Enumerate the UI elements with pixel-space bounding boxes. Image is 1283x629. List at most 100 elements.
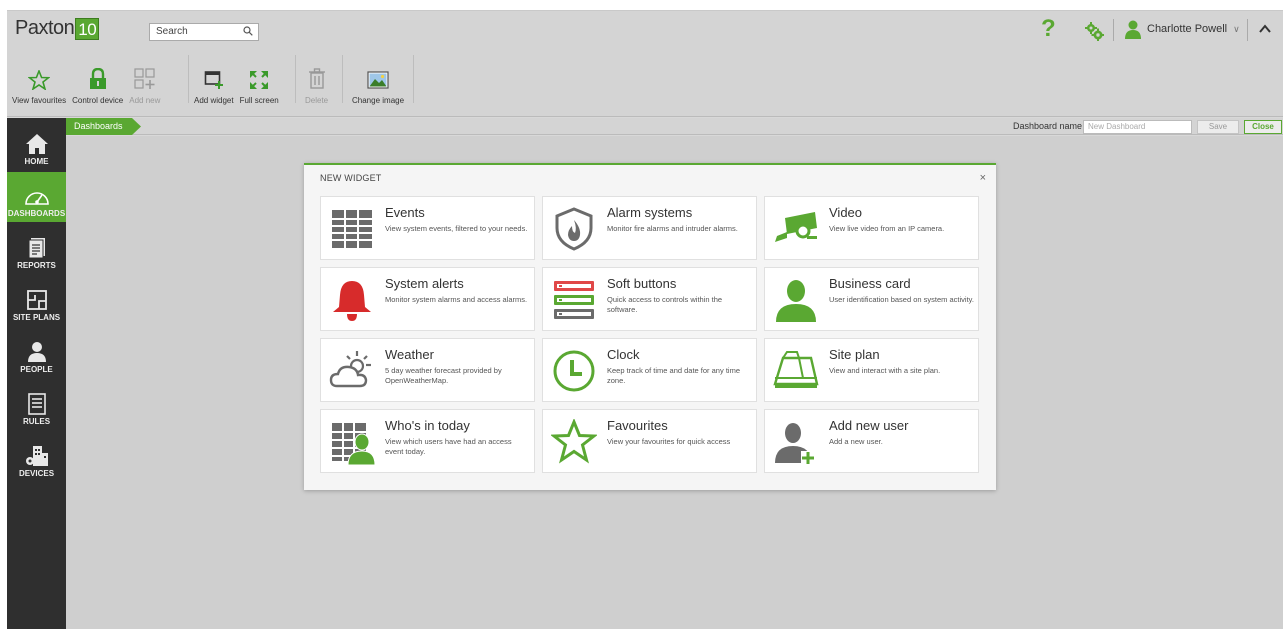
add-user-icon bbox=[775, 423, 815, 465]
widget-card-whos-in-today[interactable]: Who's in today View which users have had… bbox=[320, 409, 535, 473]
close-button[interactable]: Close bbox=[1244, 120, 1282, 134]
sidebar-item-label: DASHBOARDS bbox=[7, 209, 66, 218]
sidebar-item-label: DEVICES bbox=[18, 469, 55, 478]
trash-icon bbox=[308, 68, 325, 89]
sidebar-item-devices[interactable]: DEVICES bbox=[7, 432, 66, 482]
search-input[interactable]: Search bbox=[149, 23, 259, 41]
paxton-logo: Paxton 10 bbox=[15, 17, 100, 40]
widget-title: Site plan bbox=[829, 347, 880, 362]
camera-icon bbox=[775, 212, 817, 242]
user-menu[interactable]: Charlotte Powell ∨ bbox=[1123, 19, 1240, 39]
weather-icon bbox=[329, 351, 371, 388]
sidebar-item-label: PEOPLE bbox=[20, 365, 53, 374]
full-screen-icon bbox=[250, 71, 269, 89]
site-plan-icon bbox=[773, 351, 819, 388]
widget-description: View which users have had an access even… bbox=[385, 437, 512, 456]
dialog-title: NEW WIDGET bbox=[320, 173, 382, 183]
sidebar-item-people[interactable]: PEOPLE bbox=[7, 328, 66, 378]
widget-description: View system events, filtered to your nee… bbox=[385, 224, 528, 233]
widget-description: View your favourites for quick access bbox=[607, 437, 731, 446]
header-divider bbox=[1247, 19, 1248, 41]
control-device-button[interactable]: Control device bbox=[69, 53, 126, 105]
bell-icon bbox=[333, 281, 371, 321]
widget-card-add-new-user[interactable]: Add new user Add a new user. bbox=[764, 409, 979, 473]
user-avatar-icon bbox=[1125, 20, 1141, 39]
widget-card-events[interactable]: Events View system events, filtered to y… bbox=[320, 196, 535, 260]
widget-title: Who's in today bbox=[385, 418, 470, 433]
close-icon[interactable]: × bbox=[980, 172, 986, 184]
whos-in-icon bbox=[332, 423, 375, 465]
full-screen-button[interactable]: Full screen bbox=[237, 53, 282, 105]
widget-title: Alarm systems bbox=[607, 205, 693, 220]
help-icon[interactable]: ? bbox=[1041, 15, 1056, 43]
toolbar-group-image: Change image bbox=[349, 53, 407, 105]
settings-cogs-icon[interactable] bbox=[1084, 21, 1104, 41]
widget-title: Clock bbox=[607, 347, 640, 362]
report-icon bbox=[28, 238, 45, 259]
widget-title: Add new user bbox=[829, 418, 909, 433]
chevron-up-icon[interactable] bbox=[1257, 21, 1273, 37]
breadcrumb-dashboards[interactable]: Dashboards bbox=[66, 118, 141, 135]
view-favourites-label: View favourites bbox=[12, 96, 67, 105]
widget-card-alarm-systems[interactable]: Alarm systems Monitor fire alarms and in… bbox=[542, 196, 757, 260]
toolbar-group-widgets: Add widget Full screen bbox=[191, 53, 282, 105]
clock-icon bbox=[553, 350, 595, 392]
delete-button[interactable]: Delete bbox=[302, 53, 331, 105]
widget-card-clock[interactable]: Clock Keep track of time and date for an… bbox=[542, 338, 757, 402]
sidebar-item-reports[interactable]: REPORTS bbox=[7, 224, 66, 274]
widget-description: Add a new user. bbox=[829, 437, 883, 446]
add-new-icon bbox=[134, 68, 155, 89]
padlock-icon bbox=[89, 68, 106, 89]
user-name: Charlotte Powell bbox=[1147, 23, 1228, 35]
star-icon bbox=[28, 70, 51, 90]
dashboard-name-input[interactable]: New Dashboard bbox=[1083, 120, 1192, 134]
widget-title: Weather bbox=[385, 347, 434, 362]
add-widget-icon bbox=[204, 71, 223, 89]
widget-card-site-plan[interactable]: Site plan View and interact with a site … bbox=[764, 338, 979, 402]
toolbar-group-delete: Delete bbox=[302, 53, 331, 105]
floor-plan-icon bbox=[26, 290, 47, 310]
widget-card-favourites[interactable]: Favourites View your favourites for quic… bbox=[542, 409, 757, 473]
sidebar-item-label: REPORTS bbox=[17, 261, 56, 270]
add-new-button[interactable]: Add new bbox=[126, 53, 163, 105]
sidebar-item-home[interactable]: HOME bbox=[7, 120, 66, 170]
widget-card-weather[interactable]: Weather 5 day weather forecast provided … bbox=[320, 338, 535, 402]
widget-description: View and interact with a site plan. bbox=[829, 366, 941, 375]
widget-description: Quick access to controls within the soft… bbox=[607, 295, 723, 314]
widget-title: Business card bbox=[829, 276, 911, 291]
widget-title: Events bbox=[385, 205, 425, 220]
toolbar-group-main: View favourites Control device Add new bbox=[9, 53, 163, 105]
person-icon bbox=[27, 342, 46, 362]
logo-text: Paxton bbox=[15, 17, 75, 39]
widget-title: Soft buttons bbox=[607, 276, 677, 291]
widget-description: Keep track of time and date for any time… bbox=[607, 366, 740, 385]
widget-title: System alerts bbox=[385, 276, 464, 291]
app-window: Paxton 10 Search ? Charlotte Powell ∨ Vie… bbox=[7, 10, 1283, 629]
add-widget-button[interactable]: Add widget bbox=[191, 53, 237, 105]
toolbar: View favourites Control device Add new A… bbox=[7, 47, 1283, 117]
widget-description: User identification based on system acti… bbox=[829, 295, 974, 304]
sidebar-item-site-plans[interactable]: SITE PLANS bbox=[7, 276, 66, 326]
widget-card-video[interactable]: Video View live video from an IP camera. bbox=[764, 196, 979, 260]
alarm-shield-icon bbox=[555, 207, 593, 251]
view-favourites-button[interactable]: View favourites bbox=[9, 53, 69, 105]
breadcrumb-bar: Dashboards Dashboard name New Dashboard … bbox=[66, 118, 1283, 135]
search-icon bbox=[243, 26, 253, 36]
toolbar-divider bbox=[188, 55, 189, 103]
sidebar-item-label: SITE PLANS bbox=[12, 313, 61, 322]
change-image-button[interactable]: Change image bbox=[349, 53, 407, 105]
events-table-icon bbox=[332, 210, 372, 248]
home-icon bbox=[25, 134, 48, 154]
save-button[interactable]: Save bbox=[1197, 120, 1239, 134]
star-icon bbox=[551, 419, 597, 464]
toolbar-divider bbox=[342, 55, 343, 103]
sidebar-item-dashboards[interactable]: DASHBOARDS bbox=[7, 172, 66, 222]
widget-card-business-card[interactable]: Business card User identification based … bbox=[764, 267, 979, 331]
add-new-label: Add new bbox=[129, 96, 161, 105]
widget-card-system-alerts[interactable]: System alerts Monitor system alarms and … bbox=[320, 267, 535, 331]
sidebar-item-rules[interactable]: RULES bbox=[7, 380, 66, 430]
widget-card-soft-buttons[interactable]: Soft buttons Quick access to controls wi… bbox=[542, 267, 757, 331]
toolbar-divider bbox=[295, 55, 296, 103]
sidebar: HOME DASHBOARDS REPORTS SITE PLANS PEOPL… bbox=[7, 118, 66, 629]
logo-number: 10 bbox=[75, 17, 100, 40]
